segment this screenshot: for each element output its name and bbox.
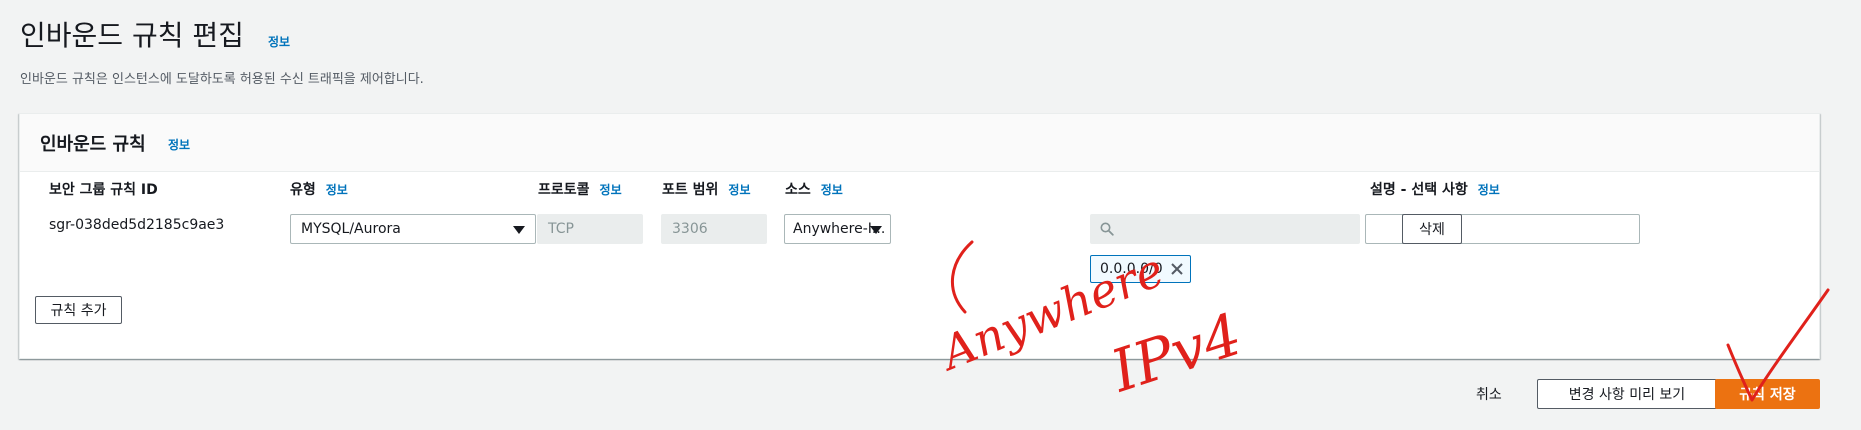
protocol-field: TCP [537, 214, 643, 244]
panel-title: 인바운드 규칙 [40, 134, 146, 155]
column-label-rule-id: 보안 그룹 규칙 ID [49, 182, 158, 198]
port-range-info-link[interactable]: 정보 [728, 183, 750, 197]
panel-info-link[interactable]: 정보 [168, 136, 190, 153]
type-select[interactable]: MYSQL/Aurora [290, 214, 536, 244]
source-info-link[interactable]: 정보 [821, 183, 843, 197]
description-info-link[interactable]: 정보 [1478, 183, 1500, 197]
preview-changes-button[interactable]: 변경 사항 미리 보기 [1537, 379, 1717, 409]
cidr-search-input[interactable] [1119, 217, 1349, 241]
caret-down-icon [870, 226, 882, 234]
column-header-port-range: 포트 범위 정보 [662, 179, 751, 199]
column-header-protocol: 프로토콜 정보 [538, 179, 622, 199]
type-info-link[interactable]: 정보 [326, 183, 348, 197]
close-icon[interactable] [1170, 262, 1184, 276]
page-title: 인바운드 규칙 편집 [20, 19, 244, 52]
type-select-value: MYSQL/Aurora [301, 221, 401, 237]
cancel-button[interactable]: 취소 [1476, 384, 1502, 404]
protocol-info-link[interactable]: 정보 [600, 183, 622, 197]
rule-id-value: sgr-038ded5d2185c9ae3 [49, 217, 225, 233]
column-header-rule-id: 보안 그룹 규칙 ID [49, 179, 158, 199]
cidr-token: 0.0.0.0/0 [1090, 255, 1191, 283]
save-rules-button[interactable]: 규칙 저장 [1715, 379, 1820, 409]
caret-down-icon [513, 226, 525, 234]
column-label-description: 설명 - 선택 사항 [1370, 182, 1468, 198]
cidr-search-field[interactable] [1090, 214, 1360, 244]
port-range-field: 3306 [661, 214, 767, 244]
column-label-protocol: 프로토콜 [538, 182, 590, 198]
add-rule-button[interactable]: 규칙 추가 [35, 296, 122, 324]
search-icon [1100, 222, 1114, 236]
delete-rule-button[interactable]: 삭제 [1402, 214, 1462, 244]
column-header-source: 소스 정보 [785, 179, 843, 199]
column-label-source: 소스 [785, 182, 811, 198]
page-info-link[interactable]: 정보 [268, 33, 290, 50]
column-label-port-range: 포트 범위 [662, 182, 719, 198]
inbound-rules-panel: 인바운드 규칙 정보 보안 그룹 규칙 ID 유형 정보 프로토콜 정보 포트 범위… [19, 113, 1820, 359]
cidr-token-label: 0.0.0.0/0 [1100, 261, 1163, 277]
column-header-description: 설명 - 선택 사항 정보 [1370, 179, 1500, 199]
source-select[interactable]: Anywhere-I... [784, 214, 891, 244]
page-description: 인바운드 규칙은 인스턴스에 도달하도록 허용된 수신 트래픽을 제어합니다. [20, 72, 424, 87]
column-label-type: 유형 [290, 182, 316, 198]
panel-header: 인바운드 규칙 정보 [20, 114, 1819, 172]
column-header-type: 유형 정보 [290, 179, 348, 199]
